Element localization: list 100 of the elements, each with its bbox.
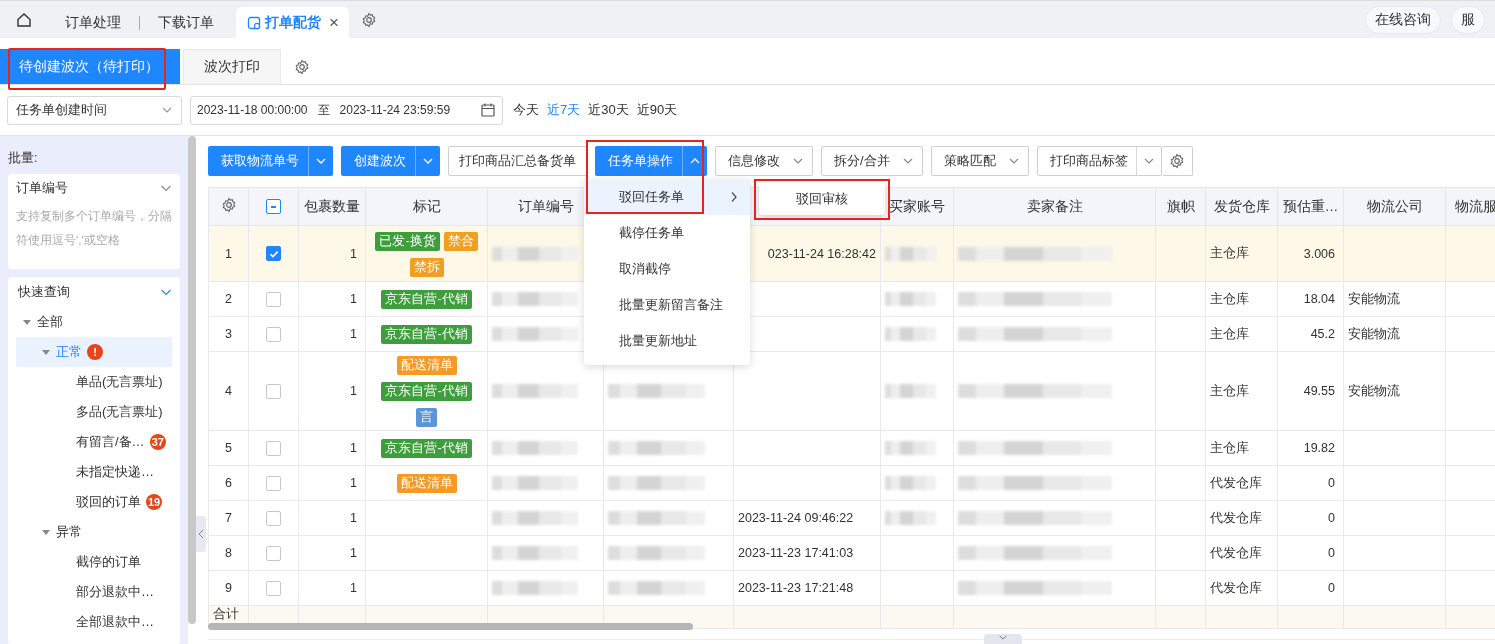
toolbar-button[interactable]: 打印商品汇总备货单: [448, 146, 587, 176]
tag: 京东自营-代销: [381, 325, 472, 344]
column-header[interactable]: 订单编号: [517, 198, 574, 214]
panel-title: 快速查询: [18, 283, 70, 301]
scrollbar[interactable]: [188, 136, 196, 624]
settings-icon[interactable]: [220, 197, 237, 213]
page-icon: [247, 15, 261, 30]
blurred-text: [885, 292, 937, 307]
row-checkbox[interactable]: [266, 580, 281, 596]
row-number[interactable]: 4: [208, 351, 249, 431]
blurred-text: [885, 246, 937, 261]
calendar-icon[interactable]: [480, 102, 496, 118]
tree-item[interactable]: 全部退款中…: [16, 607, 172, 637]
header-button[interactable]: 服: [1451, 5, 1485, 34]
row-number[interactable]: 6: [208, 465, 249, 501]
row-number[interactable]: 3: [208, 316, 249, 352]
quick-range-link[interactable]: 今天: [513, 101, 539, 119]
table-cell: 主仓库: [1210, 326, 1249, 341]
header-button[interactable]: 在线咨询: [1365, 5, 1441, 34]
sub-tab[interactable]: 波次打印: [183, 49, 281, 84]
column-header[interactable]: 卖家备注: [1026, 198, 1083, 214]
table-cell: 代发仓库: [1210, 580, 1262, 595]
table-cell: 1: [350, 246, 357, 261]
menu-item[interactable]: 取消截停: [584, 251, 750, 287]
dropdown-button[interactable]: 拆分/合并: [821, 146, 923, 176]
close-icon[interactable]: ×: [329, 12, 339, 33]
settings-button[interactable]: [1161, 146, 1193, 176]
caret-icon[interactable]: [41, 527, 51, 537]
tree-item[interactable]: 正常 !: [16, 337, 172, 367]
table-cell: 1: [350, 441, 357, 455]
tree-item[interactable]: 全部: [16, 307, 172, 337]
split-button[interactable]: 任务单操作: [595, 146, 707, 176]
table-cell: 安能物流: [1348, 383, 1400, 398]
tree-item[interactable]: 驳回的订单 19: [16, 487, 172, 517]
quick-range-link[interactable]: 近30天: [588, 101, 629, 119]
row-number[interactable]: 8: [208, 535, 249, 571]
tag: 京东自营-代销: [381, 382, 472, 401]
row-checkbox[interactable]: [266, 475, 281, 491]
row-number[interactable]: 5: [208, 430, 249, 466]
page-tab[interactable]: 订单处理: [46, 6, 139, 39]
row-number[interactable]: 7: [208, 500, 249, 536]
order-number-field[interactable]: 支持复制多个订单编号，分隔符使用逗号','或空格: [8, 202, 180, 269]
table-cell: 主仓库: [1210, 246, 1249, 260]
caret-icon[interactable]: [41, 347, 51, 357]
quick-range-link[interactable]: 近90天: [636, 101, 678, 119]
settings-icon[interactable]: [360, 11, 377, 28]
select-all-checkbox[interactable]: [266, 199, 281, 215]
table-cell: 安能物流: [1348, 291, 1400, 306]
split-button[interactable]: 打印商品标签: [1036, 146, 1162, 176]
menu-item[interactable]: 批量更新地址: [584, 323, 750, 359]
blurred-text: [885, 384, 937, 399]
date-range-field[interactable]: 2023-11-18 00:00:00 至 2023-11-24 23:59:59: [190, 95, 503, 125]
menu-item[interactable]: 驳回任务单: [584, 179, 750, 215]
tag: 言: [416, 408, 437, 427]
expand-handle[interactable]: [984, 634, 1022, 644]
dropdown-button[interactable]: 策略匹配: [930, 146, 1029, 176]
tree-item[interactable]: 异常: [16, 517, 172, 547]
tag: 配送清单: [396, 356, 457, 375]
tree-item[interactable]: 未指定快递…: [16, 457, 172, 487]
tree-item[interactable]: 部分退款中…: [16, 577, 172, 607]
table-cell: 主仓库: [1210, 440, 1249, 455]
row-checkbox[interactable]: [266, 383, 281, 399]
tag: 京东自营-代销: [381, 439, 472, 458]
collapse-handle[interactable]: [196, 516, 206, 552]
split-button[interactable]: 创建波次: [341, 146, 440, 176]
menu-item[interactable]: 批量更新留言备注: [584, 287, 750, 323]
tree-item[interactable]: 单品(无言票址): [16, 367, 172, 397]
page-tab[interactable]: 打单配货 ×: [236, 6, 349, 39]
tree-item[interactable]: 截停的订单: [16, 547, 172, 577]
table-cell: 0: [1328, 546, 1335, 560]
table-cell: 2023-11-24 09:46:22: [738, 511, 854, 525]
row-checkbox[interactable]: [266, 440, 281, 456]
row-number[interactable]: 9: [208, 570, 249, 606]
row-checkbox[interactable]: [266, 326, 281, 342]
dropdown-button[interactable]: 信息修改: [715, 146, 813, 176]
row-checkbox[interactable]: [266, 510, 281, 526]
table-cell: 45.2: [1310, 327, 1335, 341]
batch-field-select[interactable]: 订单编号: [8, 174, 180, 202]
page-tab[interactable]: 下载订单: [139, 15, 232, 30]
home-icon[interactable]: [16, 11, 32, 28]
row-checkbox[interactable]: [266, 291, 281, 307]
column-header[interactable]: 标记: [412, 198, 441, 214]
caret-icon[interactable]: [22, 317, 32, 327]
tree-item[interactable]: 多品(无言票址): [16, 397, 172, 427]
row-checkbox[interactable]: [266, 246, 281, 262]
menu-item[interactable]: 截停任务单: [584, 215, 750, 251]
sub-tab[interactable]: 待创建波次（待打印）: [0, 49, 180, 84]
tree-item[interactable]: 有留言/备… 37: [16, 427, 172, 457]
row-checkbox[interactable]: [266, 545, 281, 561]
tag: 配送清单: [396, 474, 457, 493]
scrollbar[interactable]: [208, 623, 693, 630]
table-cell: 代发仓库: [1210, 545, 1262, 560]
quick-range-link[interactable]: 近7天: [547, 101, 581, 119]
menu-item[interactable]: 驳回审核: [759, 183, 885, 215]
date-type-select[interactable]: 任务单创建时间: [7, 95, 182, 125]
blurred-text: [885, 327, 937, 342]
split-button[interactable]: 获取物流单号: [208, 146, 333, 176]
settings-icon[interactable]: [294, 59, 310, 75]
row-number[interactable]: 1: [208, 225, 249, 282]
row-number[interactable]: 2: [208, 281, 249, 317]
